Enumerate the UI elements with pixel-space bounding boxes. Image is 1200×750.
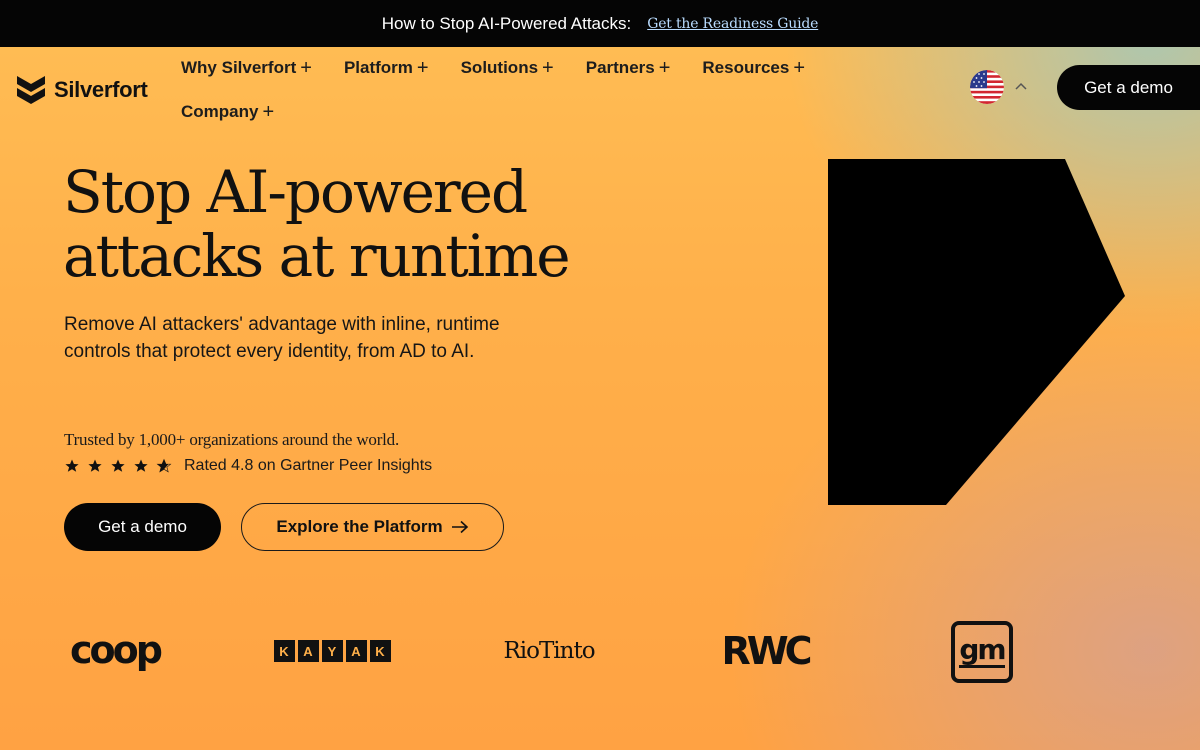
star-icon <box>65 459 79 472</box>
nav-label: Why Silverfort <box>181 58 297 77</box>
rating: Rated 4.8 on Gartner Peer Insights <box>64 457 432 475</box>
nav-label: Resources <box>702 58 790 77</box>
nav-why-silverfort[interactable]: Why Silverfort + <box>181 56 312 80</box>
hero-graphic <box>828 159 1125 505</box>
hero-title: Stop AI-powered attacks at runtime <box>63 160 623 288</box>
riotinto-logo: RioTinto <box>503 638 595 664</box>
gm-logo: gm <box>951 621 1013 683</box>
star-icon <box>111 459 125 472</box>
chevron-up-icon <box>1015 82 1027 90</box>
hero-title-line2: attacks at runtime <box>63 222 571 290</box>
main-nav: Why Silverfort + Platform + Solutions + … <box>181 56 881 124</box>
star-icon <box>134 459 148 472</box>
customer-logos: coop K A Y A K RioTinto RWC gm <box>0 600 1200 710</box>
nav-resources[interactable]: Resources + <box>702 56 805 80</box>
silverfort-logo-icon <box>17 76 45 104</box>
brand-name: Silverfort <box>54 77 148 102</box>
language-selector[interactable] <box>970 70 1028 104</box>
announcement-bar: How to Stop AI-Powered Attacks: Get the … <box>0 0 1200 47</box>
hero-get-demo-button[interactable]: Get a demo <box>64 503 221 551</box>
header-get-demo-button[interactable]: Get a demo <box>1057 65 1200 110</box>
arrow-right-icon <box>451 520 468 534</box>
nav-label: Platform <box>343 58 413 77</box>
star-half-icon <box>156 458 172 473</box>
plus-icon: + <box>658 57 671 79</box>
rating-stars <box>64 458 172 474</box>
explore-platform-button[interactable]: Explore the Platform <box>241 503 504 551</box>
trusted-text: Trusted by 1,000+ organizations around t… <box>64 430 400 449</box>
plus-icon: + <box>416 57 429 79</box>
coop-logo: coop <box>70 628 163 672</box>
rwc-logo: RWC <box>721 629 812 673</box>
plus-icon: + <box>793 57 806 79</box>
explore-platform-label: Explore the Platform <box>276 517 443 536</box>
announcement-text: How to Stop AI-Powered Attacks: <box>381 13 632 33</box>
nav-label: Solutions <box>460 58 539 77</box>
nav-partners[interactable]: Partners + <box>586 56 671 80</box>
hero-title-line1: Stop AI-powered <box>63 158 528 226</box>
nav-platform[interactable]: Platform + <box>344 56 429 80</box>
rating-text: Rated 4.8 on Gartner Peer Insights <box>184 457 433 474</box>
plus-icon: + <box>262 101 275 123</box>
brand-logo[interactable]: Silverfort <box>16 74 148 106</box>
hero-subtitle: Remove AI attackers' advantage with inli… <box>64 314 500 362</box>
nav-label: Company <box>181 102 259 121</box>
star-icon <box>88 459 102 472</box>
kayak-logo: K A Y A K <box>272 640 392 662</box>
us-flag-icon <box>970 70 1004 104</box>
nav-label: Partners <box>585 58 655 77</box>
readiness-guide-link[interactable]: Get the Readiness Guide <box>647 16 818 32</box>
nav-company[interactable]: Company + <box>181 100 274 124</box>
plus-icon: + <box>542 57 554 79</box>
nav-solutions[interactable]: Solutions + <box>461 56 554 80</box>
plus-icon: + <box>300 57 312 79</box>
